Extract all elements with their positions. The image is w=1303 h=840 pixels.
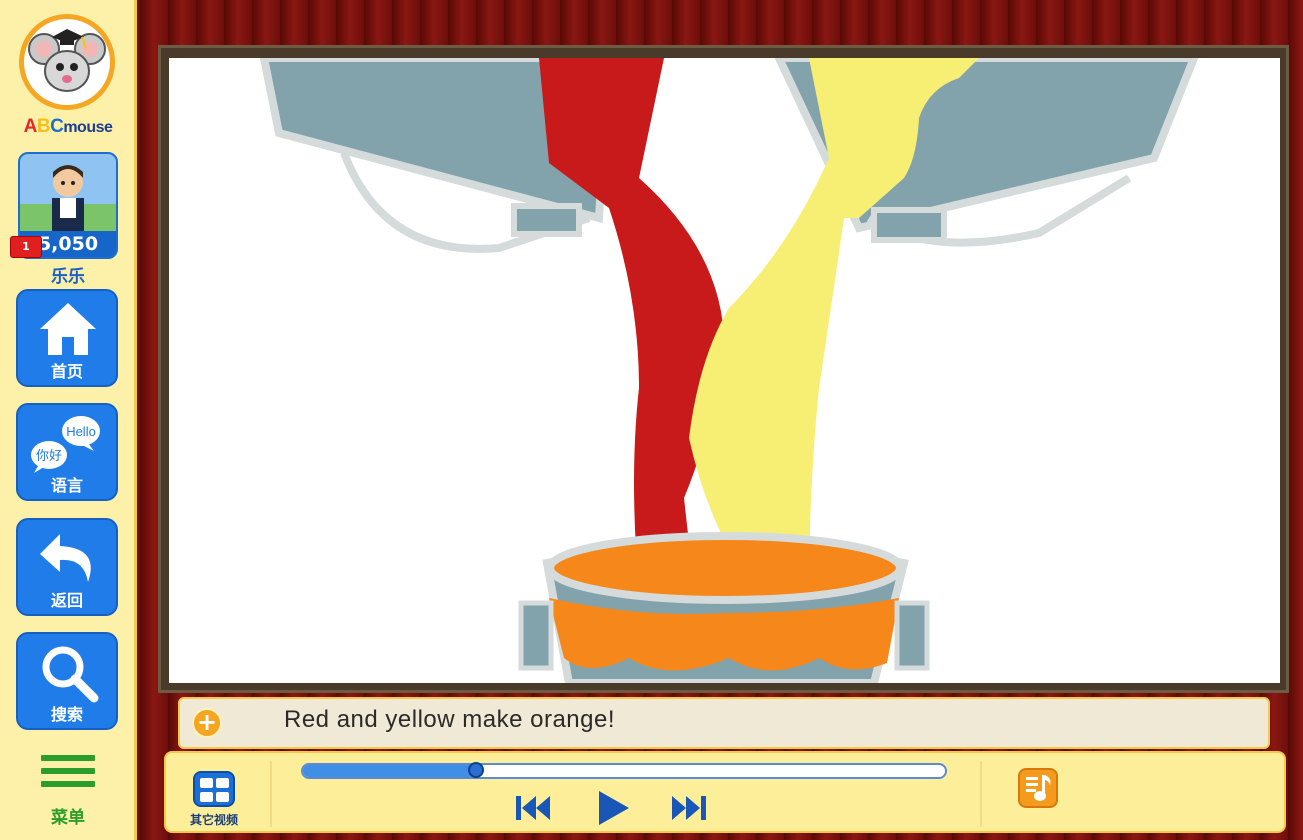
hello-bubble-text: Hello bbox=[66, 424, 96, 439]
home-button[interactable]: 首页 bbox=[16, 289, 118, 387]
caption-bar: + Red and yellow make orange! bbox=[178, 697, 1270, 749]
progress-fill bbox=[303, 765, 477, 777]
divider bbox=[980, 761, 982, 827]
language-button[interactable]: Hello 你好 语言 bbox=[16, 403, 118, 501]
search-label: 搜索 bbox=[50, 705, 83, 724]
paint-mixing-illustration bbox=[259, 58, 1199, 683]
child-avatar-icon bbox=[20, 154, 116, 234]
previous-button[interactable] bbox=[514, 793, 552, 827]
player-controls: 其它视频 bbox=[164, 751, 1286, 833]
search-button[interactable]: 搜索 bbox=[16, 632, 118, 730]
mouse-mascot-icon bbox=[19, 14, 115, 110]
video-player[interactable] bbox=[169, 58, 1280, 683]
back-arrow-icon bbox=[40, 534, 91, 582]
home-icon bbox=[40, 303, 96, 355]
music-button[interactable] bbox=[1018, 768, 1058, 808]
logo-text: ABCmouse bbox=[23, 116, 113, 137]
search-icon bbox=[42, 646, 99, 703]
previous-track-icon bbox=[516, 796, 550, 820]
next-button[interactable] bbox=[670, 793, 708, 827]
other-videos-label: 其它视频 bbox=[189, 813, 238, 827]
music-note-icon bbox=[1026, 775, 1051, 801]
avatar-name: 乐乐 bbox=[51, 267, 85, 287]
expand-caption-button[interactable]: + bbox=[192, 708, 222, 738]
language-label: 语言 bbox=[50, 476, 83, 495]
abcmouse-logo[interactable]: ABCmouse bbox=[12, 6, 124, 137]
nihao-bubble-text: 你好 bbox=[36, 449, 62, 464]
menu-label: 菜单 bbox=[51, 808, 85, 828]
back-button[interactable]: 返回 bbox=[16, 518, 118, 616]
sidebar: ABCmouse 5,050 1 乐乐 首页 Hello 你好 语言 返回 搜索… bbox=[0, 0, 137, 840]
caption-text: Red and yellow make orange! bbox=[284, 706, 616, 733]
next-track-icon bbox=[672, 796, 706, 820]
other-videos-button[interactable]: 其它视频 bbox=[176, 767, 246, 831]
divider bbox=[270, 761, 272, 827]
home-label: 首页 bbox=[50, 362, 83, 381]
progress-knob[interactable] bbox=[468, 762, 485, 778]
menu-button[interactable]: 菜单 bbox=[28, 755, 108, 830]
ticket-badge: 1 bbox=[10, 236, 42, 258]
plus-icon: + bbox=[196, 708, 218, 736]
speech-bubbles-icon: Hello 你好 bbox=[31, 416, 100, 473]
play-icon bbox=[599, 791, 629, 825]
hamburger-menu-icon bbox=[41, 755, 95, 794]
play-button[interactable] bbox=[596, 789, 632, 831]
grid-icon bbox=[193, 771, 235, 807]
progress-bar[interactable] bbox=[301, 762, 947, 779]
back-label: 返回 bbox=[50, 591, 83, 610]
